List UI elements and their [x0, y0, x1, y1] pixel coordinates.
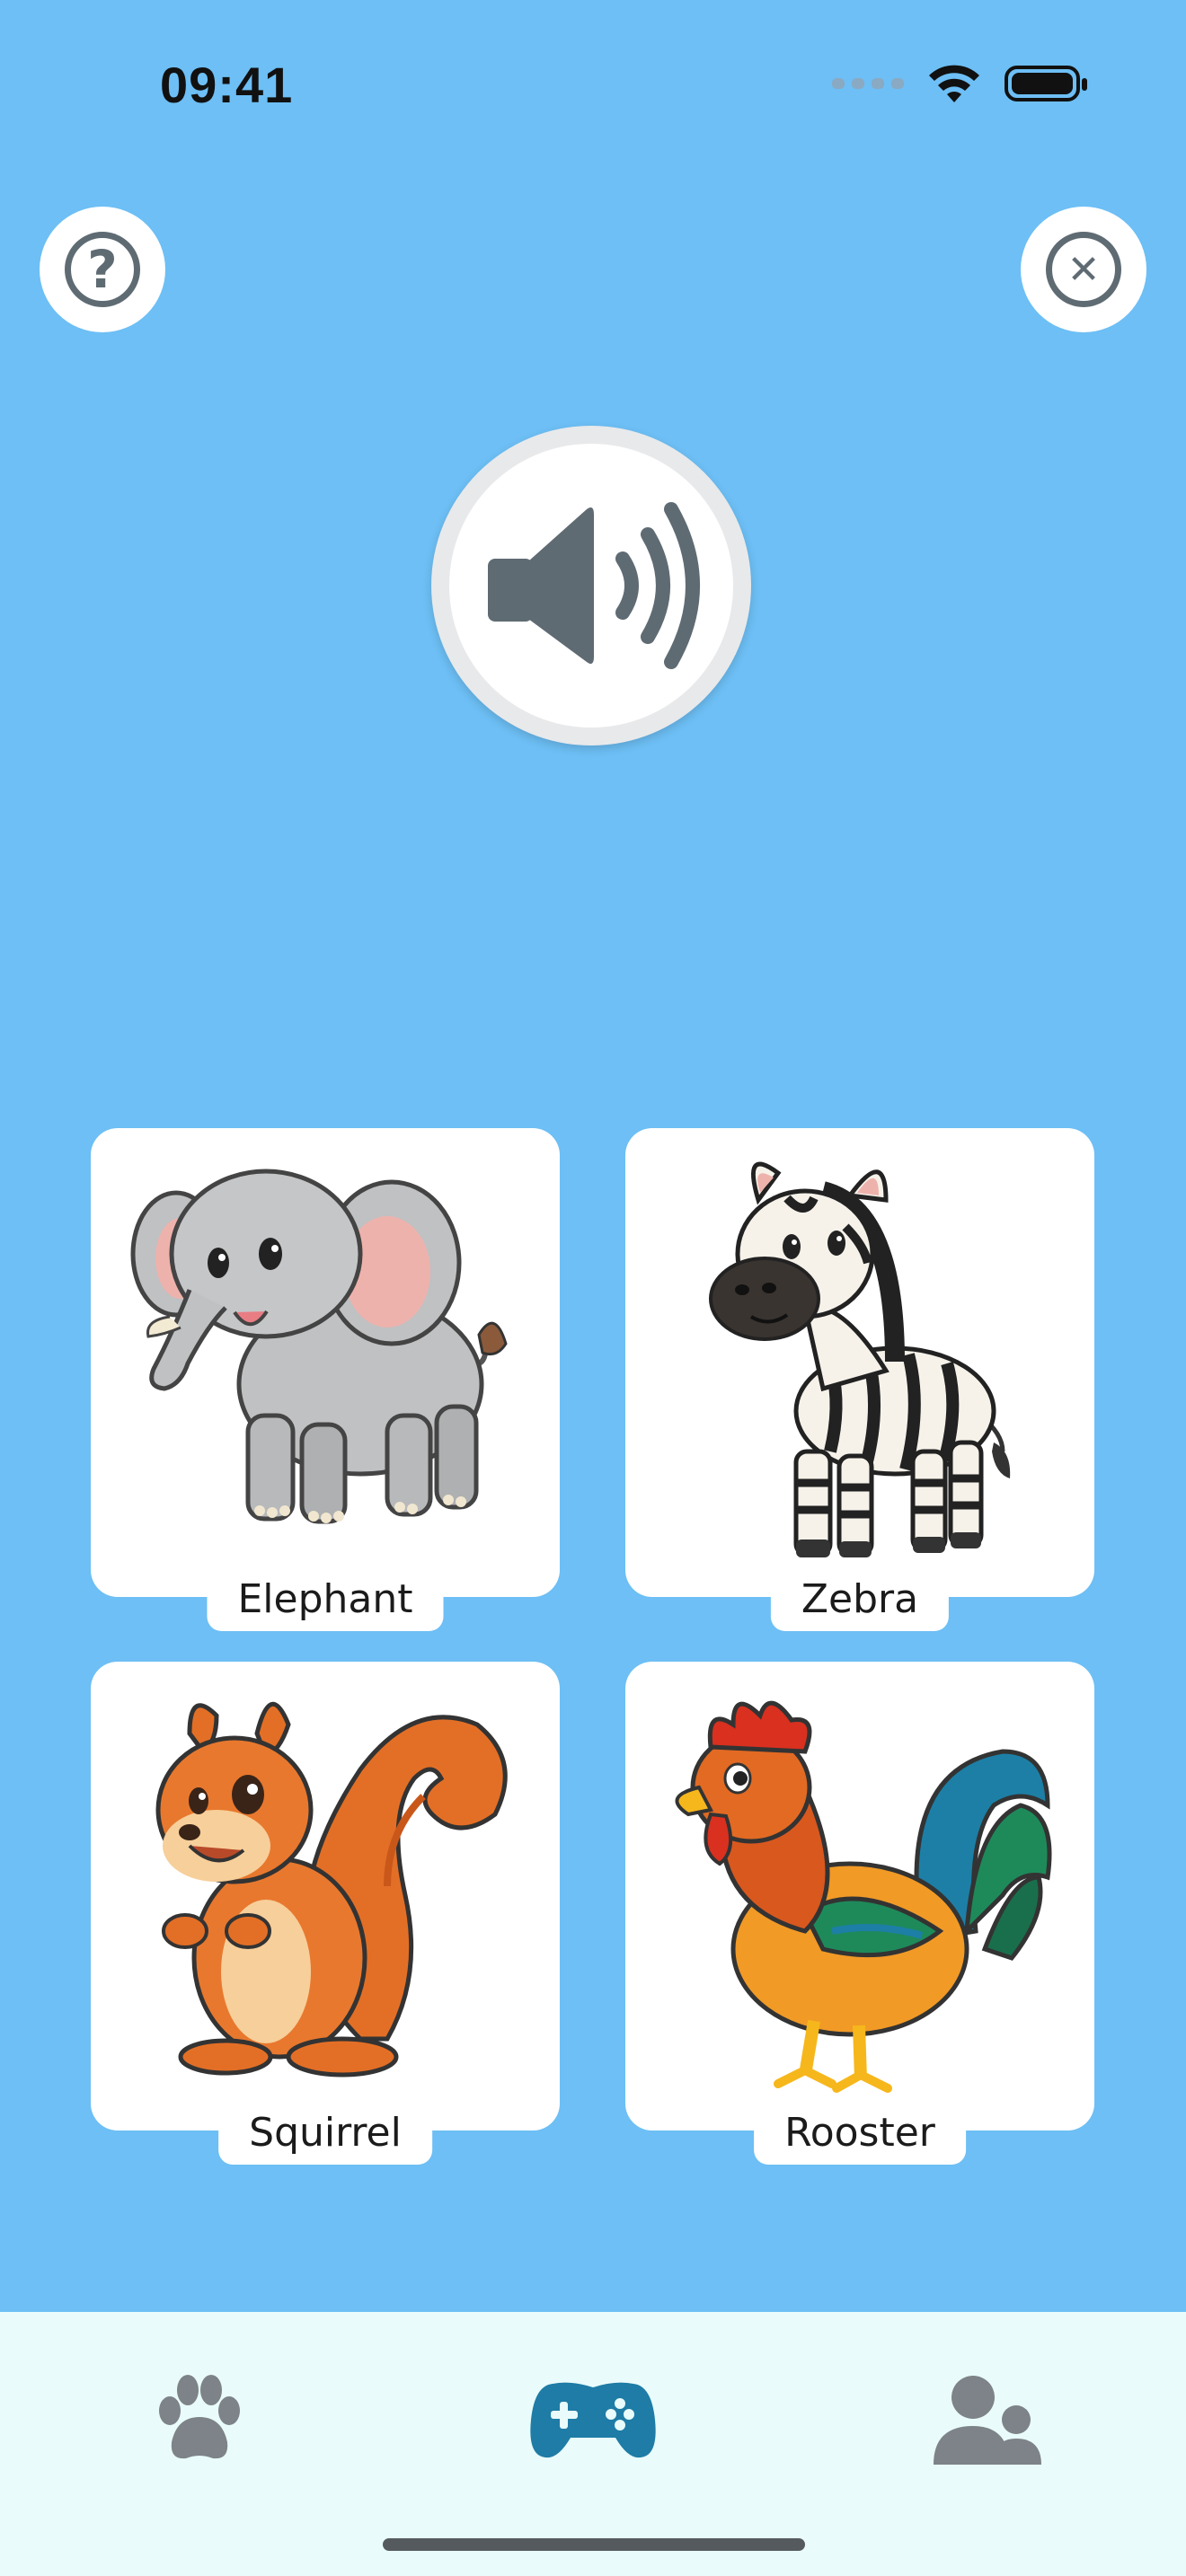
paw-icon: [159, 2375, 240, 2459]
close-glyph: ✕: [1067, 246, 1101, 293]
speaker-volume-icon: [488, 502, 700, 669]
card-label: Rooster: [754, 2103, 966, 2165]
rooster-illustration: [675, 1700, 1052, 2093]
home-indicator[interactable]: [383, 2538, 805, 2551]
wifi-icon: [929, 65, 979, 102]
help-button[interactable]: ?: [40, 207, 165, 332]
status-bar: 09:41: [0, 0, 1186, 180]
card-label: Zebra: [770, 1569, 950, 1631]
tab-bar: [0, 2312, 1186, 2576]
answer-card-rooster[interactable]: Rooster: [625, 1662, 1094, 2165]
play-sound-button[interactable]: [431, 426, 751, 745]
question-circle-icon: ?: [65, 232, 140, 307]
close-button[interactable]: ✕: [1021, 207, 1146, 332]
card-label: Elephant: [207, 1569, 444, 1631]
card-label: Squirrel: [218, 2103, 432, 2165]
status-icons: [832, 63, 1087, 104]
status-time: 09:41: [160, 57, 294, 113]
answer-card-zebra[interactable]: Zebra: [625, 1128, 1094, 1631]
answer-card-squirrel[interactable]: Squirrel: [91, 1662, 560, 2165]
tab-games[interactable]: [521, 2348, 665, 2492]
play-sound-button-face: [449, 444, 733, 728]
cellular-signal-icon: [832, 78, 904, 89]
tab-animals[interactable]: [128, 2348, 271, 2492]
tab-profiles[interactable]: [916, 2348, 1060, 2492]
battery-icon: [1005, 66, 1087, 101]
gamepad-icon: [530, 2382, 656, 2458]
answer-card-elephant[interactable]: Elephant: [91, 1128, 560, 1631]
squirrel-illustration: [155, 1702, 508, 2078]
close-circle-icon: ✕: [1046, 232, 1121, 307]
zebra-illustration: [709, 1161, 1011, 1557]
elephant-illustration: [130, 1169, 508, 1524]
users-icon: [934, 2376, 1041, 2465]
